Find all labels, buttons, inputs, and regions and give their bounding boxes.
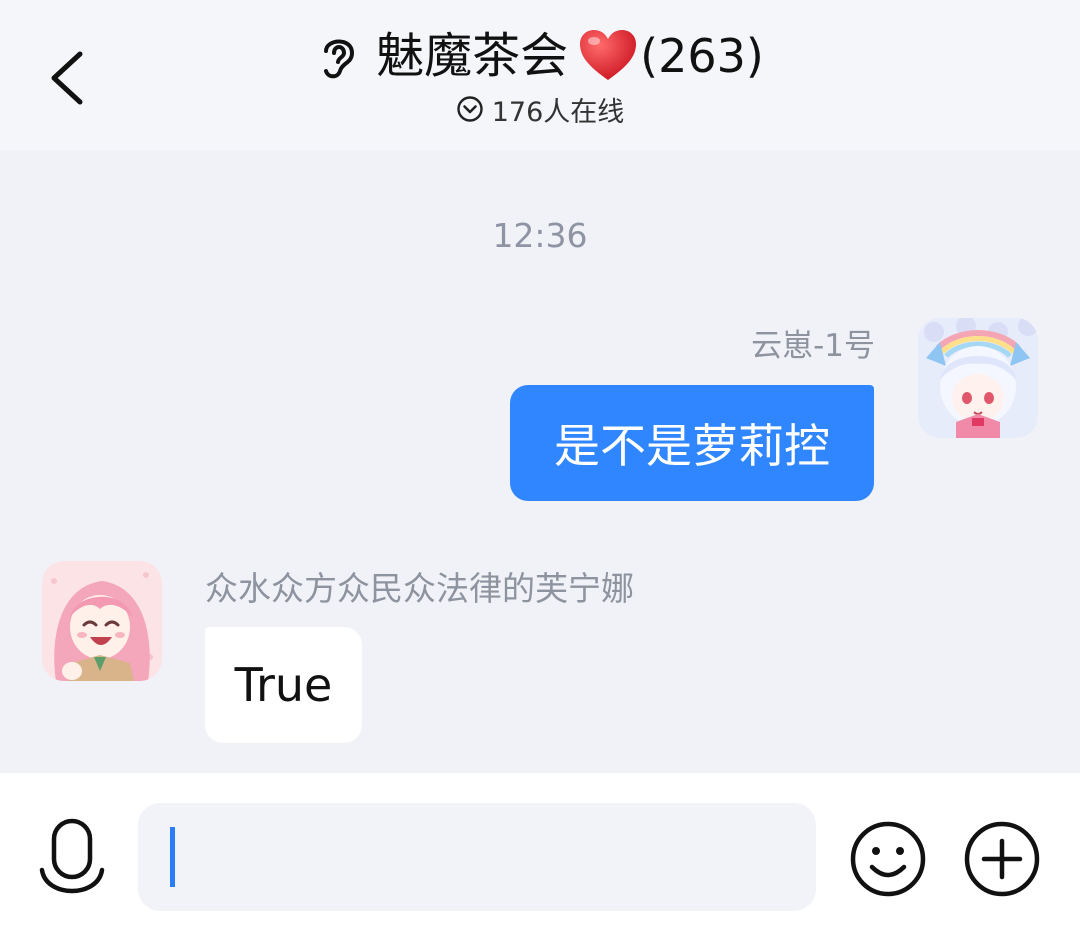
voice-button[interactable] [38,818,106,898]
message-timestamp: 12:36 [492,216,588,255]
member-count: (263) [640,29,764,83]
group-title-row[interactable]: 魅魔茶会 (263) [0,22,1080,90]
plus-circle-icon [964,821,1040,897]
text-cursor [170,827,175,887]
red-heart-icon [578,28,638,84]
chat-header: 魅魔茶会 (263) 176人在线 [0,0,1080,150]
smiley-icon [850,821,926,897]
emoji-button[interactable] [848,819,928,899]
microphone-icon [39,818,105,894]
group-name: 魅魔茶会 [376,28,569,84]
online-count: 176人在线 [491,96,625,128]
input-bar [0,773,1080,941]
chevron-down-circle-icon [456,95,484,123]
message-text: 是不是萝莉控 [554,419,830,473]
sender-name: 众水众方众民众法律的芙宁娜 [205,569,634,608]
avatar[interactable] [918,318,1038,438]
more-button[interactable] [962,819,1042,899]
message-text: True [234,658,333,712]
message-bubble-outgoing[interactable]: 是不是萝莉控 [510,385,874,501]
ear-icon [316,31,362,81]
message-bubble-incoming[interactable]: True [205,627,362,743]
online-status-row[interactable]: 176人在线 [0,90,1080,128]
message-input[interactable] [138,803,816,911]
avatar[interactable] [42,561,162,681]
sender-name: 云崽-1号 [751,328,875,364]
